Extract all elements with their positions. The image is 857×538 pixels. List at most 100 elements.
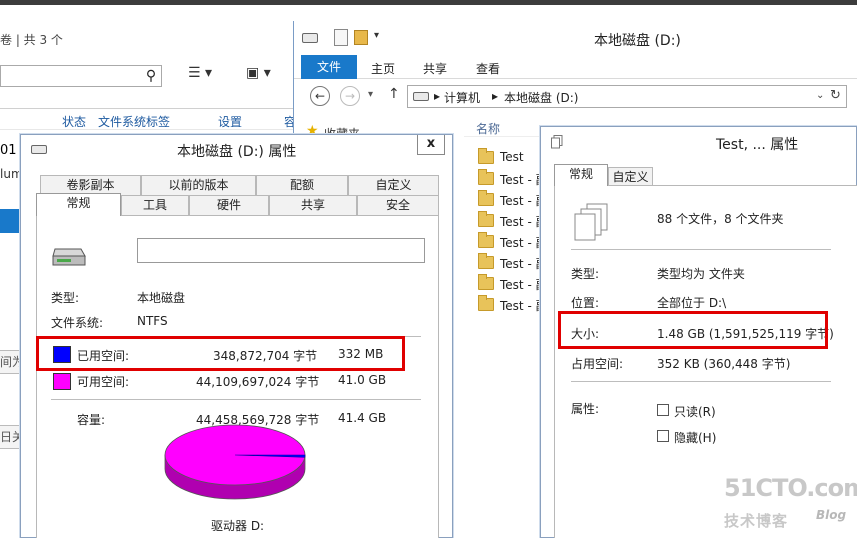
filesystem-value: NTFS — [137, 314, 168, 328]
divider — [571, 249, 831, 250]
partial-field: 日关 — [0, 425, 22, 449]
divider — [571, 381, 831, 382]
hidden-label[interactable]: 隐藏(H) — [674, 429, 716, 446]
disk-size-label: 占用空间: — [571, 357, 624, 371]
search-icon[interactable]: ⚲ — [142, 66, 160, 86]
dialog-title: Test, ... 属性 — [716, 137, 799, 153]
folder-icon — [478, 190, 494, 206]
location-label: 位置: — [571, 296, 600, 310]
save-icon: ▣ — [246, 65, 260, 81]
arrow-left-icon: ← — [314, 89, 326, 103]
breadcrumb-separator[interactable]: ▸ — [434, 89, 440, 103]
free-space-swatch — [53, 373, 71, 390]
tab-share[interactable]: 共享 — [423, 60, 447, 77]
multi-file-icon — [574, 203, 608, 241]
attributes-label: 属性: — [571, 402, 600, 416]
tab-shadow-copies[interactable]: 卷影副本 — [40, 175, 141, 195]
capacity-label: 容量: — [77, 413, 106, 427]
up-button[interactable]: ↑ — [388, 86, 400, 102]
location-value: 全部位于 D:\ — [657, 296, 727, 310]
drive-name-input[interactable] — [137, 238, 425, 263]
chevron-down-icon: ▾ — [205, 65, 213, 81]
watermark-sub: 技术博客 — [724, 512, 789, 530]
file-count: 88 个文件，8 个文件夹 — [657, 212, 784, 226]
filesystem-label: 文件系统: — [51, 316, 104, 330]
refresh-icon[interactable]: ↻ — [830, 88, 841, 103]
folder-icon — [478, 148, 494, 164]
type-value: 本地磁盘 — [137, 291, 186, 305]
partial-field: 间为 — [0, 350, 22, 374]
chevron-down-icon[interactable]: ▾ — [374, 30, 379, 41]
type-label: 类型: — [51, 291, 80, 305]
back-button[interactable]: ← — [310, 86, 330, 106]
ribbon-tabs: 文件 主页 共享 查看 — [294, 55, 857, 79]
view-menu-button[interactable]: ☰ ▾ — [188, 65, 228, 87]
tab-customize[interactable]: 自定义 — [348, 175, 439, 195]
new-folder-icon[interactable] — [354, 30, 368, 45]
chevron-down-icon[interactable]: ⌄ — [816, 90, 824, 101]
search-input[interactable] — [0, 65, 162, 87]
tab-customize[interactable]: 自定义 — [608, 167, 653, 186]
free-space-label: 可用空间: — [77, 375, 130, 389]
drive-icon — [31, 145, 47, 154]
folder-icon — [478, 295, 494, 311]
close-button[interactable]: x — [417, 135, 445, 155]
watermark-blog: Blog — [816, 508, 847, 522]
disk-size-value: 352 KB (360,448 字节) — [657, 357, 791, 371]
column-fs-label[interactable]: 文件系统标签 — [98, 113, 170, 130]
selected-row-highlight[interactable] — [0, 209, 22, 233]
recent-locations-button[interactable]: ▾ — [368, 89, 373, 100]
folder-icon — [478, 253, 494, 269]
tab-security[interactable]: 安全 — [357, 195, 439, 215]
tab-hardware[interactable]: 硬件 — [189, 195, 269, 215]
tab-sharing[interactable]: 共享 — [269, 195, 357, 215]
volume-list-header: 状态 文件系统标签 设置 容 — [0, 108, 300, 130]
breadcrumb-computer[interactable]: 计算机 — [444, 89, 480, 106]
tab-general[interactable]: 常规 — [554, 164, 608, 186]
divider — [51, 399, 421, 400]
folder-icon — [478, 211, 494, 227]
folder-icon — [478, 232, 494, 248]
arrow-up-icon: ↑ — [388, 86, 400, 102]
highlight-box-used — [36, 336, 405, 371]
free-space-size: 41.0 GB — [338, 373, 387, 387]
explorer-title-bar: ▾ 本地磁盘 (D:) — [294, 21, 857, 55]
save-menu-button[interactable]: ▣ ▾ — [246, 65, 286, 87]
drive-icon — [302, 33, 318, 43]
breadcrumb-drive[interactable]: 本地磁盘 (D:) — [504, 89, 578, 106]
capacity-size: 41.4 GB — [338, 411, 387, 425]
forward-button[interactable]: → — [340, 86, 360, 106]
address-bar[interactable]: ▸ 计算机 ▸ 本地磁盘 (D:) ⌄ ↻ — [407, 85, 847, 108]
drive-letter-label: 驱动器 D: — [211, 519, 265, 533]
type-label: 类型: — [571, 267, 600, 281]
tab-file[interactable]: 文件 — [301, 55, 357, 79]
dialog-title: 本地磁盘 (D:) 属性 — [177, 144, 297, 160]
list-icon: ☰ — [188, 65, 201, 81]
chevron-down-icon: ▾ — [263, 65, 271, 81]
column-name[interactable]: 名称 — [476, 120, 500, 137]
tab-home[interactable]: 主页 — [371, 60, 395, 77]
column-settings[interactable]: 设置 — [218, 113, 242, 130]
drive-icon — [413, 92, 429, 101]
file-name: Test — [500, 150, 524, 164]
tab-view[interactable]: 查看 — [476, 60, 500, 77]
readonly-label[interactable]: 只读(R) — [674, 403, 716, 420]
breadcrumb-separator[interactable]: ▸ — [492, 89, 498, 103]
tab-general[interactable]: 常规 — [36, 193, 121, 216]
hard-drive-icon — [52, 248, 86, 266]
free-space-bytes: 44,109,697,024 字节 — [196, 375, 320, 389]
tab-previous-versions[interactable]: 以前的版本 — [141, 175, 256, 195]
address-row: ← → ▾ ↑ ▸ 计算机 ▸ 本地磁盘 (D:) ⌄ ↻ — [294, 81, 857, 113]
watermark-site: 51CTO.com — [724, 474, 857, 502]
arrow-right-icon: → — [344, 89, 356, 103]
tab-tools[interactable]: 工具 — [121, 195, 189, 215]
multi-file-icon — [551, 135, 563, 149]
properties-icon[interactable] — [334, 29, 348, 46]
hidden-checkbox[interactable] — [657, 430, 669, 442]
tab-quota[interactable]: 配额 — [256, 175, 348, 195]
disk-usage-pie — [164, 424, 306, 500]
readonly-checkbox[interactable] — [657, 404, 669, 416]
column-status[interactable]: 状态 — [62, 113, 86, 130]
folder-icon — [478, 169, 494, 185]
folder-icon — [478, 274, 494, 290]
